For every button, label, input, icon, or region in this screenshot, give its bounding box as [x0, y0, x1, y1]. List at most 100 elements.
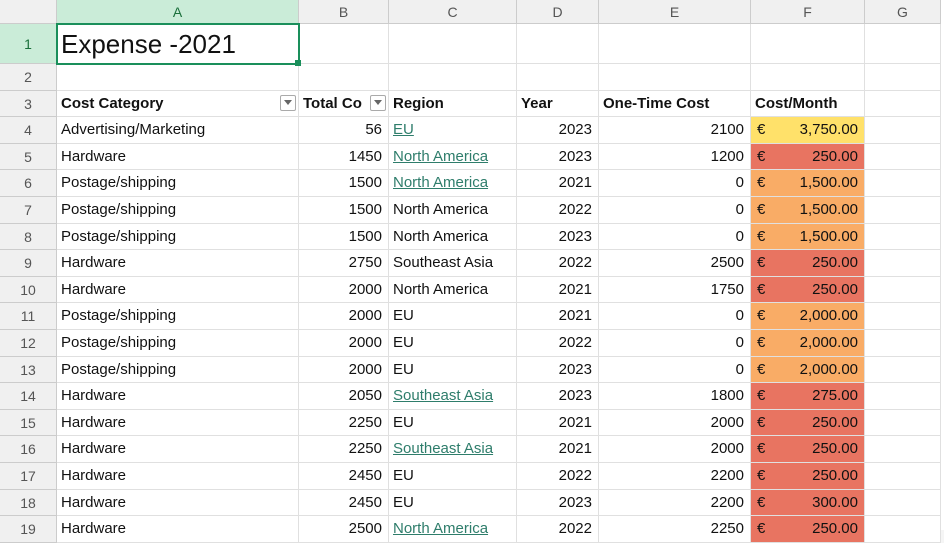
- row-header-6[interactable]: 6: [0, 170, 57, 197]
- cell-empty[interactable]: [865, 490, 941, 517]
- header-one-time-cost[interactable]: One-Time Cost: [599, 91, 751, 118]
- cell-year[interactable]: 2023: [517, 224, 599, 251]
- cell-cost-category[interactable]: Hardware: [57, 436, 299, 463]
- cell-F2[interactable]: [751, 64, 865, 91]
- cell-cost-category[interactable]: Hardware: [57, 463, 299, 490]
- cell-one-time-cost[interactable]: 1750: [599, 277, 751, 304]
- cell-cost-month[interactable]: €2,000.00: [751, 330, 865, 357]
- cell-total-cost[interactable]: 2250: [299, 410, 389, 437]
- cell-cost-category[interactable]: Hardware: [57, 490, 299, 517]
- row-header-16[interactable]: 16: [0, 436, 57, 463]
- row-header-2[interactable]: 2: [0, 64, 57, 91]
- cell-year[interactable]: 2022: [517, 197, 599, 224]
- cell-region[interactable]: EU: [389, 357, 517, 384]
- cell-B1[interactable]: [299, 24, 389, 64]
- row-header-14[interactable]: 14: [0, 383, 57, 410]
- cell-G1[interactable]: [865, 24, 941, 64]
- cell-cost-month[interactable]: €2,000.00: [751, 303, 865, 330]
- header-region[interactable]: Region: [389, 91, 517, 118]
- cell-year[interactable]: 2022: [517, 330, 599, 357]
- cell-D2[interactable]: [517, 64, 599, 91]
- row-header-5[interactable]: 5: [0, 144, 57, 171]
- cell-region[interactable]: North America: [389, 197, 517, 224]
- cell-cost-month[interactable]: €250.00: [751, 277, 865, 304]
- cell-cost-category[interactable]: Postage/shipping: [57, 197, 299, 224]
- cell-empty[interactable]: [865, 250, 941, 277]
- row-header-8[interactable]: 8: [0, 224, 57, 251]
- cell-cost-month[interactable]: €3,750.00: [751, 117, 865, 144]
- cell-empty[interactable]: [865, 117, 941, 144]
- cell-cost-month[interactable]: €250.00: [751, 463, 865, 490]
- cell-G2[interactable]: [865, 64, 941, 91]
- cell-year[interactable]: 2021: [517, 303, 599, 330]
- cell-year[interactable]: 2021: [517, 436, 599, 463]
- cell-region[interactable]: North America: [389, 516, 517, 543]
- row-header-10[interactable]: 10: [0, 277, 57, 304]
- cell-region[interactable]: EU: [389, 303, 517, 330]
- cell-region[interactable]: Southeast Asia: [389, 436, 517, 463]
- cell-one-time-cost[interactable]: 0: [599, 170, 751, 197]
- cell-one-time-cost[interactable]: 2000: [599, 436, 751, 463]
- cell-one-time-cost[interactable]: 2200: [599, 463, 751, 490]
- row-header-9[interactable]: 9: [0, 250, 57, 277]
- cell-year[interactable]: 2023: [517, 144, 599, 171]
- cell-region[interactable]: North America: [389, 224, 517, 251]
- cell-cost-month[interactable]: €275.00: [751, 383, 865, 410]
- cell-cost-month[interactable]: €250.00: [751, 410, 865, 437]
- filter-dropdown-icon[interactable]: [280, 95, 296, 111]
- header-year[interactable]: Year: [517, 91, 599, 118]
- cell-cost-category[interactable]: Postage/shipping: [57, 303, 299, 330]
- cell-cost-month[interactable]: €250.00: [751, 436, 865, 463]
- cell-empty[interactable]: [865, 303, 941, 330]
- cell-one-time-cost[interactable]: 2200: [599, 490, 751, 517]
- cell-cost-month[interactable]: €300.00: [751, 490, 865, 517]
- cell-empty[interactable]: [865, 224, 941, 251]
- cell-one-time-cost[interactable]: 0: [599, 224, 751, 251]
- cell-one-time-cost[interactable]: 0: [599, 197, 751, 224]
- cell-empty[interactable]: [865, 436, 941, 463]
- cell-year[interactable]: 2022: [517, 463, 599, 490]
- cell-empty[interactable]: [865, 170, 941, 197]
- cell-E2[interactable]: [599, 64, 751, 91]
- row-header-17[interactable]: 17: [0, 463, 57, 490]
- cell-year[interactable]: 2021: [517, 277, 599, 304]
- cell-cost-category[interactable]: Hardware: [57, 277, 299, 304]
- cell-total-cost[interactable]: 2000: [299, 277, 389, 304]
- cell-total-cost[interactable]: 56: [299, 117, 389, 144]
- cell-cost-month[interactable]: €2,000.00: [751, 357, 865, 384]
- cell-one-time-cost[interactable]: 2500: [599, 250, 751, 277]
- cell-year[interactable]: 2021: [517, 170, 599, 197]
- cell-one-time-cost[interactable]: 2000: [599, 410, 751, 437]
- cell-year[interactable]: 2023: [517, 117, 599, 144]
- cell-region[interactable]: EU: [389, 490, 517, 517]
- cell-empty[interactable]: [865, 516, 941, 543]
- cell-empty[interactable]: [865, 277, 941, 304]
- cell-one-time-cost[interactable]: 2250: [599, 516, 751, 543]
- column-header-G[interactable]: G: [865, 0, 941, 24]
- cell-C2[interactable]: [389, 64, 517, 91]
- cell-empty[interactable]: [865, 383, 941, 410]
- row-header-12[interactable]: 12: [0, 330, 57, 357]
- header-cost-category[interactable]: Cost Category: [57, 91, 299, 118]
- column-header-E[interactable]: E: [599, 0, 751, 24]
- cell-total-cost[interactable]: 2750: [299, 250, 389, 277]
- cell-cost-category[interactable]: Hardware: [57, 383, 299, 410]
- cell-cost-category[interactable]: Hardware: [57, 144, 299, 171]
- cell-empty[interactable]: [865, 197, 941, 224]
- row-header-15[interactable]: 15: [0, 410, 57, 437]
- cell-empty[interactable]: [865, 330, 941, 357]
- cell-cost-category[interactable]: Hardware: [57, 250, 299, 277]
- row-header-18[interactable]: 18: [0, 490, 57, 517]
- row-header-11[interactable]: 11: [0, 303, 57, 330]
- cell-region[interactable]: EU: [389, 463, 517, 490]
- cell-one-time-cost[interactable]: 0: [599, 357, 751, 384]
- cell-region[interactable]: North America: [389, 170, 517, 197]
- cell-total-cost[interactable]: 2450: [299, 463, 389, 490]
- cell-one-time-cost[interactable]: 2100: [599, 117, 751, 144]
- column-header-A[interactable]: A: [57, 0, 299, 24]
- header-total-cost[interactable]: Total Co: [299, 91, 389, 118]
- column-header-D[interactable]: D: [517, 0, 599, 24]
- cell-total-cost[interactable]: 2250: [299, 436, 389, 463]
- cell-one-time-cost[interactable]: 0: [599, 303, 751, 330]
- cell-cost-category[interactable]: Postage/shipping: [57, 357, 299, 384]
